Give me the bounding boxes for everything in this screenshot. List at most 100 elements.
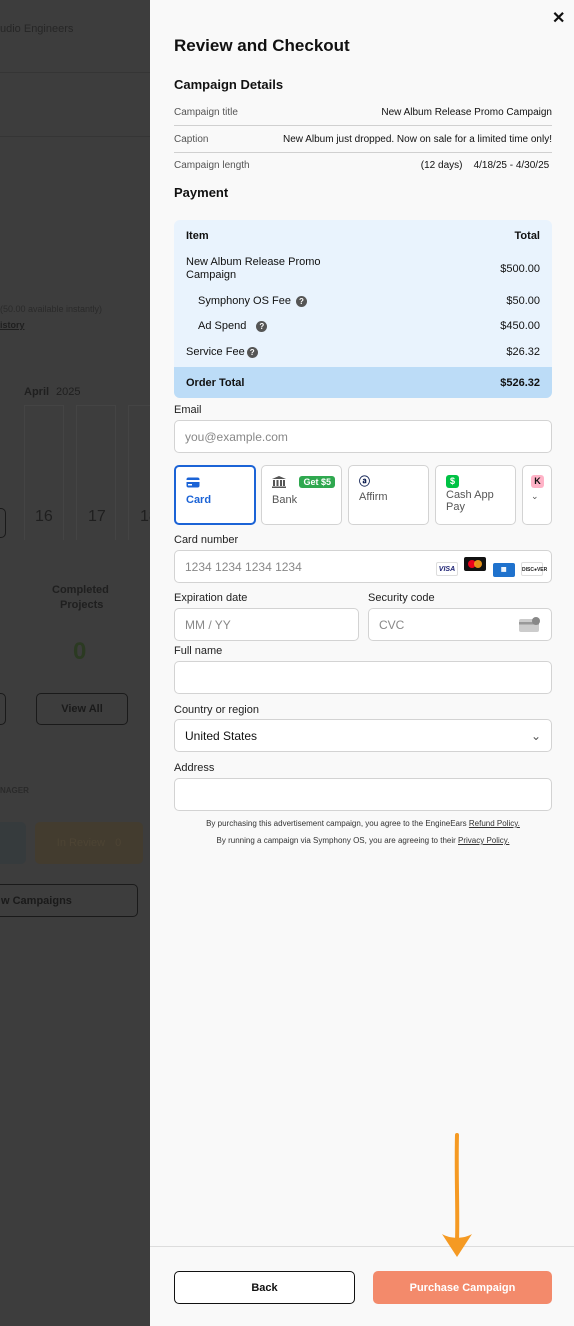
bank-badge: Get $5 (299, 476, 335, 488)
back-button[interactable]: Back (174, 1271, 355, 1304)
discover-icon: DISC●VER (521, 561, 547, 576)
address-label: Address (174, 762, 215, 774)
row-label: Campaign title (174, 106, 238, 118)
row-label: Campaign length (174, 160, 250, 171)
payment-table: Item Total New Album Release Promo Campa… (174, 220, 552, 398)
purchase-campaign-button[interactable]: Purchase Campaign (373, 1271, 552, 1304)
completed-label: Projects (60, 599, 104, 611)
full-name-label: Full name (174, 645, 223, 657)
legal-text: By purchasing this advertisement campaig… (206, 819, 469, 828)
table-row: Symphony OS Fee? $50.00 (186, 295, 540, 307)
view-all-button: View All (36, 693, 128, 725)
view-campaigns-button: w Campaigns (0, 884, 138, 917)
table-row: Ad Spend? $450.00 (186, 320, 540, 332)
row-value: New Album just dropped. Now on sale for … (282, 133, 552, 145)
security-code-placeholder: CVC (379, 617, 405, 632)
row-value: (12 days) 4/18/25 - 4/30/25 (421, 160, 552, 171)
address-field[interactable] (174, 778, 552, 811)
expiration-field[interactable]: MM / YY (174, 608, 359, 641)
cashapp-icon: $ (446, 475, 459, 488)
calendar-day: 17 (88, 508, 106, 525)
campaign-range: 4/18/25 - 4/30/25 (473, 160, 550, 171)
in-review-label: In Review (56, 837, 106, 849)
background-month: April (24, 386, 50, 398)
row-label: Caption (174, 133, 209, 145)
visa-icon: VISA (435, 561, 458, 576)
card-number-field[interactable]: 1234 1234 1234 1234 VISA ▦ DISC●VER (174, 550, 552, 583)
legal-text: By running a campaign via Symphony OS, y… (216, 836, 459, 845)
tab-label: Bank (272, 494, 298, 506)
email-field[interactable]: you@example.com (174, 420, 552, 453)
campaign-length-row: Campaign length (12 days) 4/18/25 - 4/30… (174, 152, 552, 179)
refund-policy-notice: By purchasing this advertisement campaig… (174, 819, 552, 828)
privacy-policy-notice: By running a campaign via Symphony OS, y… (174, 836, 552, 845)
table-cell-item: New Album Release Promo Campaign (186, 256, 321, 281)
tab-card[interactable]: Card (174, 465, 256, 525)
background-divider (0, 72, 150, 73)
background-balance: (50.00 available instantly) (0, 304, 103, 314)
full-name-field[interactable] (174, 661, 552, 694)
question-icon[interactable]: ? (246, 346, 258, 358)
privacy-policy-link[interactable]: Privacy Policy. (458, 836, 509, 845)
in-review-count: 0 (115, 837, 122, 849)
email-placeholder: you@example.com (185, 429, 288, 444)
affirm-icon: ⓐ (359, 476, 370, 488)
item-label: Service Fee (186, 346, 245, 358)
country-select[interactable]: United States ⌄ (174, 719, 552, 752)
card-brands: VISA ▦ DISC●VER (433, 556, 547, 577)
bank-icon (272, 476, 286, 488)
arrow-down-icon (442, 1133, 472, 1257)
refund-policy-link[interactable]: Refund Policy. (469, 819, 520, 828)
country-label: Country or region (174, 704, 259, 716)
security-code-label: Security code (368, 592, 435, 604)
table-cell-item: Ad Spend? (186, 320, 268, 332)
campaign-title-row: Campaign title New Album Release Promo C… (174, 99, 552, 126)
table-cell-item: Symphony OS Fee? (186, 295, 307, 307)
country-value: United States (185, 728, 258, 743)
completed-count: 0 (73, 638, 87, 665)
order-total-label: Order Total (186, 376, 245, 389)
table-cell-total: $450.00 (500, 320, 540, 332)
manager-label: NAGER (0, 786, 29, 795)
card-icon (186, 477, 200, 488)
item-label: Symphony OS Fee (198, 295, 291, 307)
security-code-field[interactable]: CVC (368, 608, 552, 641)
in-review-card: In Review 0 (35, 822, 143, 864)
email-label: Email (174, 404, 202, 416)
background-button (0, 693, 6, 725)
caption-row: Caption New Album just dropped. Now on s… (174, 126, 552, 153)
klarna-icon: K (531, 475, 544, 488)
background-card (0, 822, 26, 864)
tab-bank[interactable]: Get $5 Bank (261, 465, 342, 525)
item-label: Ad Spend (198, 320, 247, 332)
table-row: New Album Release Promo Campaign $500.00 (186, 256, 540, 282)
table-cell-total: $50.00 (506, 295, 540, 307)
order-total-row: Order Total $526.32 (174, 367, 552, 398)
table-cell-total: $26.32 (506, 346, 540, 358)
close-icon[interactable]: ✕ (552, 8, 565, 28)
column-header-total: Total (514, 230, 540, 242)
order-total-value: $526.32 (500, 376, 540, 389)
payment-heading: Payment (174, 185, 229, 200)
campaign-details-heading: Campaign Details (174, 77, 284, 92)
card-number-placeholder: 1234 1234 1234 1234 (185, 559, 302, 574)
column-header-item: Item (186, 230, 209, 242)
cvc-icon (519, 617, 540, 632)
calendar-day: 18 (140, 508, 150, 525)
completed-label: Completed (52, 584, 109, 596)
background-overlay: udio Engineers (50.00 available instantl… (0, 0, 150, 1326)
chevron-down-icon[interactable]: ⌄ (531, 491, 551, 502)
background-header-text: udio Engineers (0, 23, 74, 35)
background-year: 2025 (56, 386, 81, 398)
amex-icon: ▦ (492, 562, 515, 577)
question-icon[interactable]: ? (295, 295, 307, 307)
tab-more[interactable]: K ⌄ (522, 465, 552, 525)
tab-label: Card (186, 494, 212, 506)
table-cell-item: Service Fee? (186, 346, 258, 358)
tab-affirm[interactable]: ⓐ Affirm (348, 465, 429, 525)
expiration-placeholder: MM / YY (185, 617, 231, 632)
expiration-label: Expiration date (174, 592, 248, 604)
tab-cashapp[interactable]: $ Cash App Pay (435, 465, 516, 525)
table-header: Item Total (186, 230, 540, 242)
question-icon[interactable]: ? (256, 320, 268, 332)
